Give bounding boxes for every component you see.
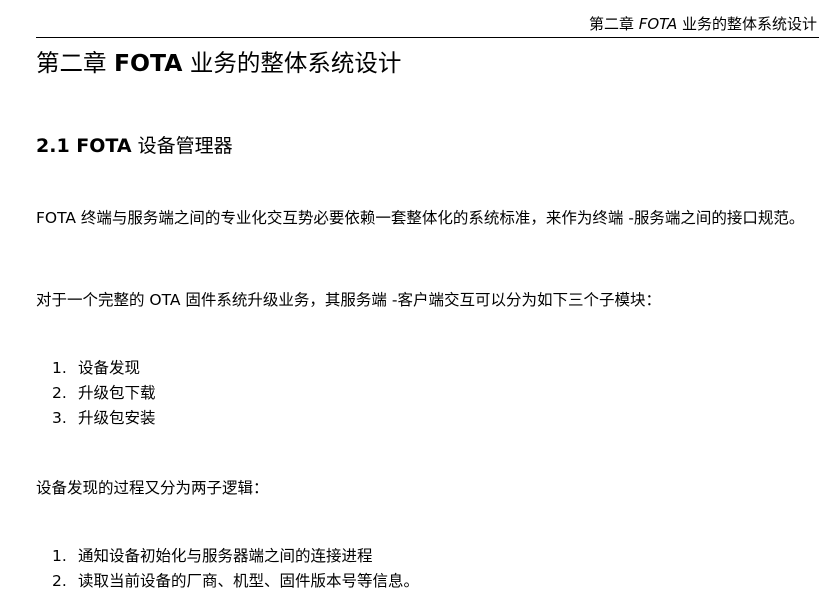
list-item-number: 3. [52,409,67,427]
chapter-title-suffix: 业务的整体系统设计 [182,49,402,77]
list-item-number: 2. [52,572,67,590]
paragraph-interface-spec: FOTA 终端与服务端之间的专业化交互势必要依赖一套整体化的系统标准，来作为终端… [36,209,805,227]
chapter-title-prefix: 第二章 [36,49,114,77]
chapter-title: 第二章 FOTA 业务的整体系统设计 [36,46,401,80]
header-rule [36,37,819,38]
list-item-number: 2. [52,384,67,402]
running-header-prefix: 第二章 [588,15,639,33]
document-page: 第二章 FOTA 业务的整体系统设计 第二章 FOTA 业务的整体系统设计 2.… [0,0,833,611]
list-item-text: 设备发现 [78,359,141,377]
running-header-fota: FOTA [638,15,678,33]
chapter-title-bold: FOTA [113,49,183,77]
list-item-text: 升级包安装 [78,409,156,427]
section-title-bold: 2.1 FOTA [36,135,132,157]
list-item-number: 1. [52,547,67,565]
list-item-number: 1. [52,359,67,377]
paragraph-submodules: 对于一个完整的 OTA 固件系统升级业务，其服务端 -客户端交互可以分为如下三个… [36,291,661,309]
paragraph-discovery-logic: 设备发现的过程又分为两子逻辑： [36,479,269,497]
running-header: 第二章 FOTA 业务的整体系统设计 [589,14,817,34]
section-title: 2.1 FOTA 设备管理器 [36,131,233,161]
list-item-text: 通知设备初始化与服务器端之间的连接进程 [78,547,373,565]
list-item-text: 升级包下载 [78,384,156,402]
section-title-suffix: 设备管理器 [131,135,233,157]
list-item-text: 读取当前设备的厂商、机型、固件版本号等信息。 [78,572,420,590]
running-header-suffix: 业务的整体系统设计 [677,15,817,33]
